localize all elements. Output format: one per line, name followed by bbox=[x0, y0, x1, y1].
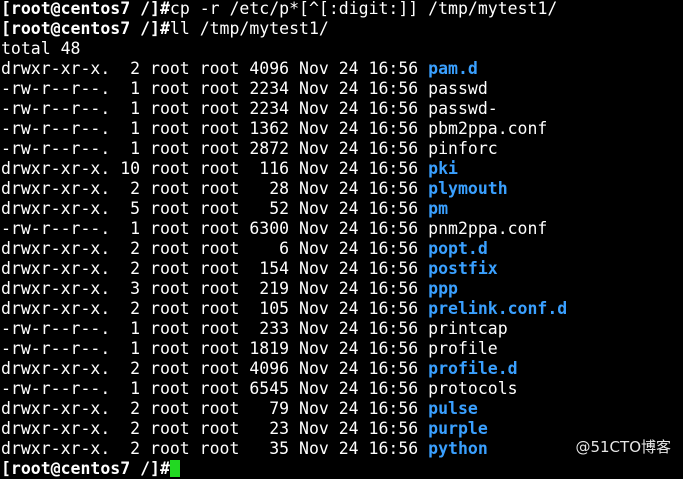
file-metadata: -rw-r--r--. 1 root root 2234 Nov 24 16:5… bbox=[1, 99, 429, 118]
file-metadata: drwxr-xr-x. 2 root root 154 Nov 24 16:56 bbox=[1, 259, 429, 278]
file-metadata: drwxr-xr-x. 10 root root 116 Nov 24 16:5… bbox=[1, 159, 429, 178]
listing-row: drwxr-xr-x. 2 root root 154 Nov 24 16:56… bbox=[1, 259, 683, 279]
file-metadata: drwxr-xr-x. 2 root root 23 Nov 24 16:56 bbox=[1, 419, 429, 438]
file-metadata: -rw-r--r--. 1 root root 2872 Nov 24 16:5… bbox=[1, 139, 429, 158]
file-metadata: drwxr-xr-x. 2 root root 79 Nov 24 16:56 bbox=[1, 399, 429, 418]
directory-name: plymouth bbox=[428, 179, 508, 198]
file-metadata: drwxr-xr-x. 3 root root 219 Nov 24 16:56 bbox=[1, 279, 429, 298]
listing-row: drwxr-xr-x. 10 root root 116 Nov 24 16:5… bbox=[1, 159, 683, 179]
file-name: pbm2ppa.conf bbox=[428, 119, 548, 138]
file-name: profile bbox=[428, 339, 498, 358]
directory-name: pm bbox=[428, 199, 449, 218]
listing-row: -rw-r--r--. 1 root root 2872 Nov 24 16:5… bbox=[1, 139, 683, 159]
text-cursor bbox=[169, 460, 180, 477]
file-name: passwd- bbox=[428, 99, 498, 118]
command-line: [root@centos7 /]#cp -r /etc/p*[^[:digit:… bbox=[1, 0, 683, 19]
listing-row: drwxr-xr-x. 2 root root 105 Nov 24 16:56… bbox=[1, 299, 683, 319]
file-metadata: -rw-r--r--. 1 root root 233 Nov 24 16:56 bbox=[1, 319, 429, 338]
file-metadata: drwxr-xr-x. 2 root root 6 Nov 24 16:56 bbox=[1, 239, 429, 258]
file-metadata: drwxr-xr-x. 2 root root 35 Nov 24 16:56 bbox=[1, 439, 429, 458]
listing-row: drwxr-xr-x. 2 root root 28 Nov 24 16:56 … bbox=[1, 179, 683, 199]
file-metadata: drwxr-xr-x. 5 root root 52 Nov 24 16:56 bbox=[1, 199, 429, 218]
file-metadata: drwxr-xr-x. 2 root root 28 Nov 24 16:56 bbox=[1, 179, 429, 198]
file-metadata: drwxr-xr-x. 2 root root 4096 Nov 24 16:5… bbox=[1, 359, 429, 378]
watermark: @51CTO博客 bbox=[575, 438, 671, 456]
listing-row: -rw-r--r--. 1 root root 1362 Nov 24 16:5… bbox=[1, 119, 683, 139]
listing-row: drwxr-xr-x. 5 root root 52 Nov 24 16:56 … bbox=[1, 199, 683, 219]
directory-name: prelink.conf.d bbox=[428, 299, 568, 318]
file-metadata: -rw-r--r--. 1 root root 6545 Nov 24 16:5… bbox=[1, 379, 429, 398]
command-line: [root@centos7 /]# bbox=[1, 459, 683, 479]
command-text: cp -r /etc/p*[^[:digit:]] /tmp/mytest1/ bbox=[169, 0, 558, 18]
directory-name: postfix bbox=[428, 259, 498, 278]
shell-prompt: [root@centos7 /]# bbox=[1, 0, 170, 18]
directory-name: python bbox=[428, 439, 488, 458]
listing-row: drwxr-xr-x. 2 root root 6 Nov 24 16:56 p… bbox=[1, 239, 683, 259]
listing-row: -rw-r--r--. 1 root root 6300 Nov 24 16:5… bbox=[1, 219, 683, 239]
file-metadata: -rw-r--r--. 1 root root 1362 Nov 24 16:5… bbox=[1, 119, 429, 138]
file-name: pnm2ppa.conf bbox=[428, 219, 548, 238]
listing-row: drwxr-xr-x. 2 root root 4096 Nov 24 16:5… bbox=[1, 359, 683, 379]
listing-row: -rw-r--r--. 1 root root 233 Nov 24 16:56… bbox=[1, 319, 683, 339]
listing-row: drwxr-xr-x. 2 root root 4096 Nov 24 16:5… bbox=[1, 59, 683, 79]
command-text: ll /tmp/mytest1/ bbox=[169, 19, 329, 38]
terminal-window[interactable]: [root@centos7 /]#cp -r /etc/p*[^[:digit:… bbox=[1, 0, 683, 478]
shell-prompt: [root@centos7 /]# bbox=[1, 19, 170, 38]
listing-row: drwxr-xr-x. 2 root root 79 Nov 24 16:56 … bbox=[1, 399, 683, 419]
file-metadata: drwxr-xr-x. 2 root root 4096 Nov 24 16:5… bbox=[1, 59, 429, 78]
file-metadata: -rw-r--r--. 1 root root 2234 Nov 24 16:5… bbox=[1, 79, 429, 98]
listing-row: -rw-r--r--. 1 root root 2234 Nov 24 16:5… bbox=[1, 99, 683, 119]
directory-name: pulse bbox=[428, 399, 478, 418]
file-metadata: drwxr-xr-x. 2 root root 105 Nov 24 16:56 bbox=[1, 299, 429, 318]
listing-row: -rw-r--r--. 1 root root 6545 Nov 24 16:5… bbox=[1, 379, 683, 399]
command-line: [root@centos7 /]#ll /tmp/mytest1/ bbox=[1, 19, 683, 39]
file-name: printcap bbox=[428, 319, 508, 338]
listing-row: -rw-r--r--. 1 root root 2234 Nov 24 16:5… bbox=[1, 79, 683, 99]
directory-name: profile.d bbox=[428, 359, 518, 378]
directory-name: pam.d bbox=[428, 59, 478, 78]
directory-name: ppp bbox=[428, 279, 458, 298]
listing-row: -rw-r--r--. 1 root root 1819 Nov 24 16:5… bbox=[1, 339, 683, 359]
file-name: pinforc bbox=[428, 139, 498, 158]
output-text: total 48 bbox=[1, 39, 81, 58]
shell-prompt: [root@centos7 /]# bbox=[1, 459, 170, 478]
directory-name: pki bbox=[428, 159, 458, 178]
file-name: protocols bbox=[428, 379, 518, 398]
file-metadata: -rw-r--r--. 1 root root 1819 Nov 24 16:5… bbox=[1, 339, 429, 358]
file-metadata: -rw-r--r--. 1 root root 6300 Nov 24 16:5… bbox=[1, 219, 429, 238]
listing-row: drwxr-xr-x. 3 root root 219 Nov 24 16:56… bbox=[1, 279, 683, 299]
file-name: passwd bbox=[428, 79, 488, 98]
directory-name: purple bbox=[428, 419, 488, 438]
directory-name: popt.d bbox=[428, 239, 488, 258]
